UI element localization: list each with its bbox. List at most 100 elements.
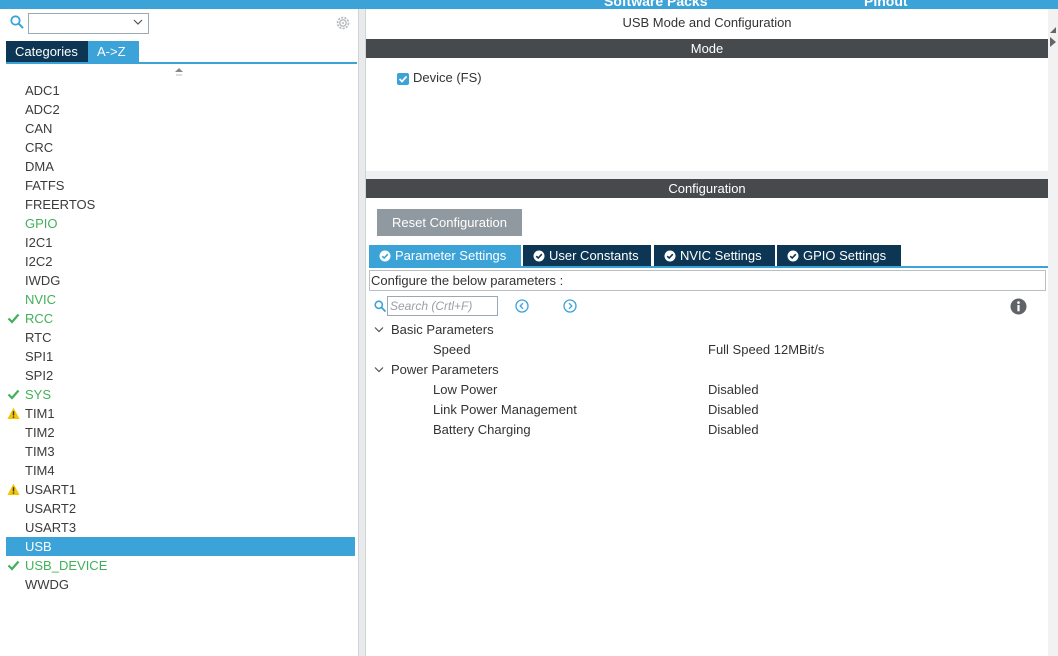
peripheral-item-label: DMA [25, 159, 54, 174]
tab-nvic-settings-label: NVIC Settings [680, 248, 762, 263]
peripheral-item[interactable]: SPI1 [6, 347, 355, 366]
next-result-icon[interactable] [563, 299, 577, 313]
peripheral-item-label: SPI1 [25, 349, 54, 364]
peripheral-item[interactable]: USB_DEVICE [6, 556, 355, 575]
peripheral-item-label: FATFS [25, 178, 65, 193]
peripheral-item[interactable]: FREERTOS [6, 195, 355, 214]
param-battery-charging-name[interactable]: Battery Charging [433, 420, 531, 440]
peripheral-item-label: USB_DEVICE [25, 558, 108, 573]
param-speed-value[interactable]: Full Speed 12MBit/s [708, 340, 824, 360]
peripheral-item-label: SYS [25, 387, 52, 402]
param-low-power-value[interactable]: Disabled [708, 380, 759, 400]
peripheral-item[interactable]: USART2 [6, 499, 355, 518]
previous-result-icon[interactable] [515, 299, 529, 313]
peripheral-item-label: ADC1 [25, 83, 60, 98]
peripheral-item[interactable]: TIM4 [6, 461, 355, 480]
tab-gpio-settings-label: GPIO Settings [803, 248, 887, 263]
group-basic-parameters[interactable]: Basic Parameters [374, 320, 494, 340]
peripheral-item[interactable]: TIM1 [6, 404, 355, 423]
check-circle-icon [664, 250, 676, 262]
peripheral-item[interactable]: USART3 [6, 518, 355, 537]
peripheral-item-label: USART3 [25, 520, 77, 535]
search-icon [374, 300, 386, 312]
tab-parameter-settings-label: Parameter Settings [395, 248, 507, 263]
peripheral-item[interactable]: DMA [6, 157, 355, 176]
peripheral-item[interactable]: USART1 [6, 480, 355, 499]
page-title: USB Mode and Configuration [622, 15, 792, 30]
sort-icon[interactable] [174, 67, 184, 79]
device-fs-label: Device (FS) [413, 70, 482, 85]
gear-icon[interactable] [334, 14, 352, 32]
group-power-parameters[interactable]: Power Parameters [374, 360, 499, 380]
peripheral-item[interactable]: ADC2 [6, 100, 355, 119]
peripheral-item-label: CRC [25, 140, 54, 155]
peripheral-item[interactable]: GPIO [6, 214, 355, 233]
tab-a-to-z[interactable]: A->Z [88, 41, 139, 63]
peripheral-item[interactable]: ADC1 [6, 81, 355, 100]
peripheral-item-label: USB [25, 539, 52, 554]
tab-underline [6, 62, 357, 64]
peripheral-item-label: RCC [25, 311, 54, 326]
panel-splitter[interactable] [358, 9, 366, 656]
check-circle-icon [533, 250, 545, 262]
param-low-power-name[interactable]: Low Power [433, 380, 497, 400]
tab-gpio-settings[interactable]: GPIO Settings [777, 245, 901, 267]
info-icon[interactable] [1010, 298, 1027, 315]
peripheral-item[interactable]: TIM2 [6, 423, 355, 442]
peripheral-item-label: WWDG [25, 577, 70, 592]
peripheral-sidebar: Categories A->Z ADC1 ADC2 CAN CRC DMA FATFS FR… [0, 9, 358, 656]
peripheral-item-label: FREERTOS [25, 197, 96, 212]
peripheral-item-label: ADC2 [25, 102, 60, 117]
tab-pinout[interactable]: Pinout [864, 0, 908, 9]
peripheral-item[interactable]: RTC [6, 328, 355, 347]
section-divider [366, 171, 1048, 179]
peripheral-item[interactable]: I2C2 [6, 252, 355, 271]
peripheral-item[interactable]: RCC [6, 309, 355, 328]
chevron-down-icon [374, 327, 384, 333]
warning-icon [7, 483, 20, 495]
peripheral-item-label: GPIO [25, 216, 58, 231]
warning-icon [7, 407, 20, 419]
param-link-power-management-value[interactable]: Disabled [708, 400, 759, 420]
peripheral-item[interactable]: NVIC [6, 290, 355, 309]
check-circle-icon [379, 250, 391, 262]
reset-configuration-button[interactable]: Reset Configuration [377, 209, 522, 236]
peripheral-item[interactable]: WWDG [6, 575, 355, 594]
chevron-down-icon [374, 367, 384, 373]
tab-categories[interactable]: Categories [6, 41, 88, 63]
peripheral-item[interactable]: USB [6, 537, 355, 556]
peripheral-item[interactable]: I2C1 [6, 233, 355, 252]
tab-user-constants[interactable]: User Constants [523, 245, 651, 267]
peripheral-list: ADC1 ADC2 CAN CRC DMA FATFS FREERTOS GPIO I2C1 I2… [6, 81, 355, 594]
usb-config-panel: USB Mode and Configuration Mode Device (… [366, 9, 1048, 656]
peripheral-item-label: RTC [25, 330, 52, 345]
param-link-power-management-name[interactable]: Link Power Management [433, 400, 577, 420]
param-battery-charging-value[interactable]: Disabled [708, 420, 759, 440]
check-icon [7, 313, 20, 324]
group-power-parameters-label: Power Parameters [391, 362, 499, 377]
peripheral-item[interactable]: FATFS [6, 176, 355, 195]
right-edge-scroll[interactable] [1048, 9, 1058, 656]
check-circle-icon [787, 250, 799, 262]
param-speed-name[interactable]: Speed [433, 340, 471, 360]
device-fs-checkbox[interactable] [397, 73, 409, 85]
search-combobox[interactable] [28, 13, 149, 34]
peripheral-item[interactable]: CRC [6, 138, 355, 157]
peripheral-item[interactable]: IWDG [6, 271, 355, 290]
peripheral-item[interactable]: SYS [6, 385, 355, 404]
peripheral-item-label: SPI2 [25, 368, 54, 383]
peripheral-item-label: USART2 [25, 501, 77, 516]
peripheral-item[interactable]: SPI2 [6, 366, 355, 385]
peripheral-item-label: TIM1 [25, 406, 55, 421]
tab-nvic-settings[interactable]: NVIC Settings [654, 245, 775, 267]
peripheral-item-label: I2C1 [25, 235, 53, 250]
tab-parameter-settings[interactable]: Parameter Settings [369, 245, 521, 267]
search-icon [10, 15, 24, 29]
tab-software-packs[interactable]: Software Packs [604, 0, 708, 9]
peripheral-item-label: CAN [25, 121, 53, 136]
peripheral-item[interactable]: CAN [6, 119, 355, 138]
mode-header: Mode [366, 39, 1048, 58]
peripheral-item-label: USART1 [25, 482, 77, 497]
peripheral-item[interactable]: TIM3 [6, 442, 355, 461]
parameter-search-input[interactable] [387, 296, 498, 316]
